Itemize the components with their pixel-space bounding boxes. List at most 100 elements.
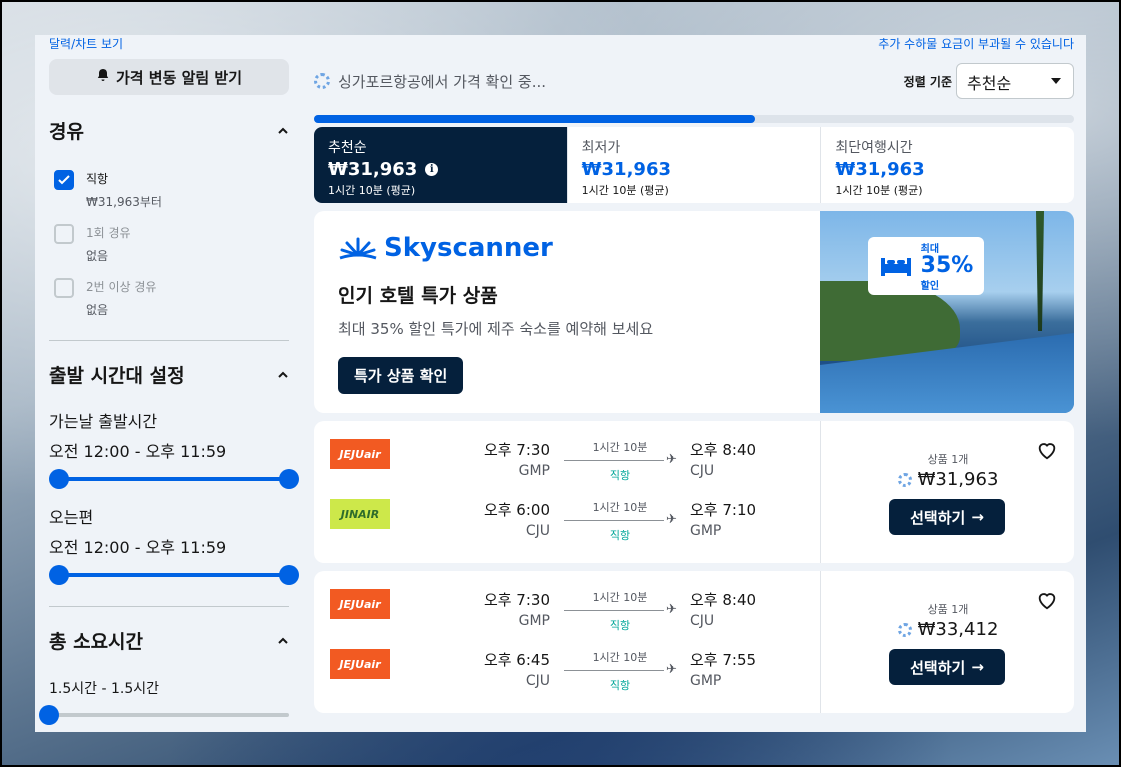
route-line (564, 460, 664, 461)
stops-label: 직항 (609, 619, 631, 632)
departure-time: 오후 6:45 (483, 651, 550, 669)
tab-price-row: ₩31,963 (835, 159, 1060, 180)
outbound-leg: JEJUair 오후 7:30 GMP 1시간 10분 ✈ 직항 오후 8:40… (330, 589, 800, 632)
outbound-label: 가는날 출발시간 (49, 412, 158, 431)
departure-time: 오후 7:30 (483, 591, 550, 609)
stops-option-two-plus[interactable]: 2번 이상 경유 없음 (54, 278, 290, 318)
departure-time: 오후 7:30 (483, 441, 550, 459)
hotel-promo-card: Skyscanner 인기 호텔 특가 상품 최대 35% 할인 특가에 제주 … (314, 211, 1074, 413)
outbound-range: 오전 12:00 - 오후 11:59 (49, 442, 227, 461)
two-plus-stop-checkbox[interactable] (54, 278, 74, 298)
info-icon[interactable]: i (425, 163, 439, 176)
loading-row: 싱가포르항공에서 가격 확인 중... 정렬 기준 추천순 (314, 59, 1074, 101)
jejuair-logo: JEJUair (330, 649, 390, 679)
tab-price: ₩31,963 (835, 159, 925, 180)
return-time-slider[interactable] (49, 564, 299, 586)
option-label: 직항 (86, 172, 109, 186)
deal-count: 상품 1개 (927, 603, 969, 616)
image-palm (1036, 211, 1044, 331)
tab-fastest[interactable]: 최단여행시간 ₩31,963 1시간 10분 (평균) (821, 127, 1074, 203)
sort-label: 정렬 기준 (903, 75, 952, 89)
badge-bottom: 할인 (920, 281, 940, 292)
arrival-airport: CJU (690, 463, 715, 479)
arrow-right-icon: → (971, 658, 984, 676)
slider-handle-min[interactable] (49, 565, 69, 585)
select-button[interactable]: 선택하기 → (889, 649, 1005, 685)
sort-tabs: 추천순 ₩31,963 i 1시간 10분 (평균) 최저가 ₩31,963 1… (314, 127, 1074, 203)
brand-name: Skyscanner (384, 233, 553, 263)
flight-duration: 1시간 10분 (592, 591, 648, 604)
stops-label: 직항 (609, 529, 631, 542)
search-progress-bar (314, 115, 1074, 123)
slider-track (49, 713, 289, 717)
select-label: 선택하기 (910, 508, 966, 527)
slider-handle-max[interactable] (279, 469, 299, 489)
flight-duration: 1시간 10분 (592, 441, 648, 454)
slider-handle-max[interactable] (279, 565, 299, 585)
slider-handle[interactable] (39, 705, 59, 725)
arrival-time: 오후 7:10 (690, 501, 757, 519)
price-alert-label: 가격 변동 알림 받기 (115, 68, 243, 87)
sunrise-logo-icon (339, 237, 377, 260)
sort-value: 추천순 (967, 74, 1012, 93)
tab-cheapest[interactable]: 최저가 ₩31,963 1시간 10분 (평균) (568, 127, 822, 203)
return-label: 오는편 (49, 508, 94, 527)
arrival-time: 오후 8:40 (690, 441, 757, 459)
select-label: 선택하기 (910, 658, 966, 677)
hotel-pool-image: 최대 35% 할인 (820, 211, 1074, 413)
calendar-chart-link[interactable]: 달력/차트 보기 (49, 35, 123, 52)
check-icon (58, 175, 70, 185)
tab-price-row: ₩31,963 (582, 159, 807, 180)
price: ₩31,963 (917, 469, 999, 490)
price: ₩33,412 (917, 619, 999, 640)
arrival-airport: CJU (690, 613, 715, 629)
flight-card[interactable]: JEJUair 오후 7:30 GMP 1시간 10분 ✈ 직항 오후 8:40… (314, 571, 1074, 713)
promo-content: Skyscanner 인기 호텔 특가 상품 최대 35% 할인 특가에 제주 … (338, 233, 808, 394)
arrival-airport: GMP (690, 673, 722, 689)
stops-option-one-stop[interactable]: 1회 경유 없음 (54, 224, 290, 264)
duration-section-header[interactable]: 총 소요시간 (49, 627, 290, 654)
slider-handle-min[interactable] (49, 469, 69, 489)
baggage-fee-notice-link[interactable]: 추가 수하물 요금이 부과될 수 있습니다 (878, 35, 1074, 52)
skyscanner-logo: Skyscanner (338, 233, 808, 263)
direct-checkbox[interactable] (54, 170, 74, 190)
price-alert-button[interactable]: 가격 변동 알림 받기 (49, 59, 289, 95)
tab-price: ₩31,963 (581, 159, 671, 180)
caret-down-icon (1051, 78, 1061, 84)
sort-select[interactable]: 추천순 (956, 63, 1074, 99)
jejuair-logo: JEJUair (330, 589, 390, 619)
option-price: 없음 (86, 249, 109, 263)
chevron-up-icon (278, 371, 288, 378)
tab-duration: 1시간 10분 (평균) (581, 184, 669, 197)
tab-recommended[interactable]: 추천순 ₩31,963 i 1시간 10분 (평균) (314, 127, 568, 203)
one-stop-checkbox[interactable] (54, 224, 74, 244)
jejuair-logo: JEJUair (330, 439, 390, 469)
promo-cta-button[interactable]: 특가 상품 확인 (338, 357, 464, 394)
app-window: 달력/차트 보기 추가 수하물 요금이 부과될 수 있습니다 가격 변동 알림 … (35, 35, 1086, 732)
tab-name: 최저가 (581, 140, 621, 156)
arrival-time: 오후 8:40 (690, 591, 757, 609)
arrival-airport: GMP (690, 523, 722, 539)
loading-spinner-icon (897, 472, 912, 487)
stops-title: 경유 (49, 121, 84, 143)
flight-card[interactable]: JEJUair 오후 7:30 GMP 1시간 10분 ✈ 직항 오후 8:40… (314, 421, 1074, 563)
flight-duration: 1시간 10분 (592, 501, 648, 514)
stops-section-header[interactable]: 경유 (49, 117, 290, 144)
outbound-time-slider[interactable] (49, 468, 299, 490)
departure-airport: GMP (518, 613, 550, 629)
promo-description: 최대 35% 할인 특가에 제주 숙소를 예약해 보세요 (338, 320, 654, 338)
bed-icon (880, 258, 911, 276)
slider-fill (59, 477, 289, 481)
promo-title: 인기 호텔 특가 상품 (338, 285, 498, 307)
select-button[interactable]: 선택하기 → (889, 499, 1005, 535)
route-line (564, 520, 664, 521)
stops-option-direct[interactable]: 직항 ₩31,963부터 (54, 170, 290, 210)
duration-slider[interactable] (39, 704, 289, 726)
duration-title: 총 소요시간 (49, 631, 144, 653)
times-section-header[interactable]: 출발 시간대 설정 (49, 361, 290, 388)
filter-sidebar: 가격 변동 알림 받기 경유 직항 ₩31,963부터 1회 경유 없음 2번 … (39, 59, 299, 726)
plane-icon: ✈ (666, 602, 677, 617)
price-column: 상품 1개 ₩33,412 선택하기 → (820, 571, 1074, 713)
price-row: ₩33,412 (821, 619, 1074, 640)
option-price: ₩31,963부터 (86, 195, 162, 209)
